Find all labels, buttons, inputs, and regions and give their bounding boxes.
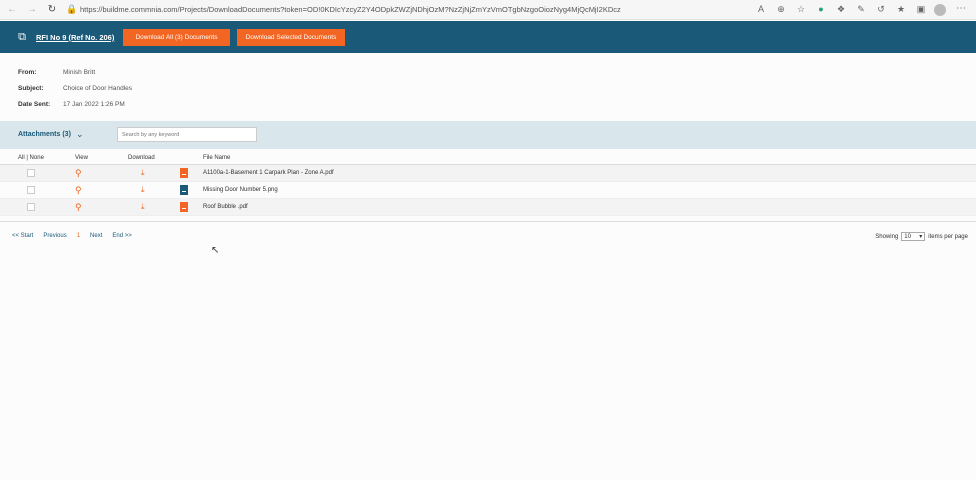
per-page-value: 10 [904,233,911,240]
select-all-none[interactable]: All | None [0,155,62,161]
collections-icon[interactable]: ▣ [914,2,928,16]
from-label: From: [18,68,37,76]
pdf-file-icon [180,168,188,178]
magnifier-view-icon[interactable]: ⚲ [75,168,82,178]
page-title[interactable]: RFI No 9 (Ref No. 206) [36,33,114,42]
subject-label: Subject: [18,84,44,92]
download-selected-button[interactable]: Download Selected Documents [237,29,345,46]
zoom-icon[interactable]: ⊕ [774,2,788,16]
page-header: ⧉ RFI No 9 (Ref No. 206) Download All (3… [0,21,976,53]
showing-label: Showing [875,233,899,240]
date-sent-value: 17 Jan 2022 1:26 PM [63,100,125,108]
mouse-cursor-icon: ↖ [211,245,220,256]
refresh-ext-icon[interactable]: ↺ [874,2,888,16]
file-name[interactable]: Missing Door Number 5.png [203,187,976,193]
profile-avatar[interactable] [934,4,946,16]
magnifier-view-icon[interactable]: ⚲ [75,202,82,212]
browser-toolbar: ← → ↻ 🔒 https://buildme.commnia.com/Proj… [0,0,976,20]
pager-start-link[interactable]: << Start [12,233,33,239]
more-menu-icon[interactable]: ⋯ [956,3,966,14]
download-icon[interactable]: ⤓ [141,168,145,177]
pen-icon[interactable]: ✎ [854,2,868,16]
per-page-select[interactable]: 10 ▾ [901,232,926,241]
col-filename: File Name [203,155,231,161]
file-name[interactable]: A1100a-1-Basement 1 Carpark Plan - Zone … [203,170,976,176]
pager-previous-link[interactable]: Previous [43,233,66,239]
attachments-title[interactable]: Attachments (3) [18,131,71,138]
pager-next-link[interactable]: Next [90,233,102,239]
table-row: ⚲ ⤓ Roof Bubble .pdf [0,199,976,216]
favorite-star-icon[interactable]: ☆ [794,2,808,16]
pdf-file-icon [180,202,188,212]
forward-arrow-icon[interactable]: → [24,2,40,18]
refresh-icon[interactable]: ↻ [44,2,60,18]
col-download: Download [128,155,155,161]
back-arrow-icon[interactable]: ← [4,2,20,18]
extension-icon[interactable]: ● [814,2,828,16]
favorites-icon[interactable]: ★ [894,2,908,16]
pagination: << Start Previous 1 Next End >> Showing … [0,221,976,249]
search-input[interactable] [117,127,257,142]
extension-puzzle-icon[interactable]: ❖ [834,2,848,16]
from-value: Minish Britt [63,68,96,76]
date-sent-label: Date Sent: [18,100,51,108]
url-text[interactable]: https://buildme.commnia.com/Projects/Dow… [80,5,621,14]
address-bar[interactable]: 🔒 https://buildme.commnia.com/Projects/D… [66,2,716,18]
col-view: View [75,155,88,161]
file-name[interactable]: Roof Bubble .pdf [203,204,976,210]
table-row: ⚲ ⤓ Missing Door Number 5.png [0,182,976,199]
table-header: All | None View Download File Name [0,152,976,165]
table-row: ⚲ ⤓ A1100a-1-Basement 1 Carpark Plan - Z… [0,165,976,182]
magnifier-view-icon[interactable]: ⚲ [75,185,82,195]
row-checkbox[interactable] [27,203,35,211]
attachments-bar: Attachments (3) ⌄ [0,121,976,149]
chevron-down-icon[interactable]: ⌄ [76,129,84,140]
image-file-icon [180,185,188,195]
items-per-page-label: items per page [928,233,968,240]
documents-icon: ⧉ [18,30,26,43]
row-checkbox[interactable] [27,169,35,177]
lock-icon: 🔒 [66,4,78,14]
attachments-table: All | None View Download File Name ⚲ ⤓ A… [0,152,976,216]
download-icon[interactable]: ⤓ [141,202,145,211]
rfi-info: From: Minish Britt Subject: Choice of Do… [18,64,132,112]
read-aloud-icon[interactable]: A [754,2,768,16]
download-icon[interactable]: ⤓ [141,185,145,194]
download-all-button[interactable]: Download All (3) Documents [123,29,230,46]
pager-current-page[interactable]: 1 [77,233,80,239]
row-checkbox[interactable] [27,186,35,194]
pager-end-link[interactable]: End >> [112,233,131,239]
chevron-down-icon: ▾ [919,234,923,240]
subject-value: Choice of Door Handles [63,84,133,92]
